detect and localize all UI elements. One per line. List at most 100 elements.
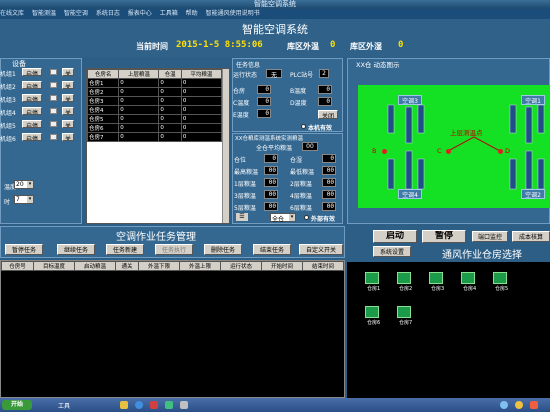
group-close-button[interactable]: 关 bbox=[62, 94, 74, 102]
task-table-header[interactable]: 目标温度 bbox=[32, 261, 75, 271]
table-row[interactable]: 仓房4 0 0 0 bbox=[86, 105, 223, 115]
start-button[interactable]: 启动 bbox=[373, 230, 417, 243]
task-table-header[interactable]: 开始时间 bbox=[260, 261, 303, 271]
group-checkbox[interactable] bbox=[50, 121, 57, 127]
app-icon[interactable] bbox=[165, 401, 173, 409]
resume-task-button[interactable]: 继续任务 bbox=[57, 244, 95, 255]
warehouse-icon[interactable] bbox=[365, 306, 379, 318]
time-setting-label: 时 bbox=[4, 199, 11, 206]
external-radio-icon[interactable] bbox=[304, 215, 309, 220]
custom-switch-button[interactable]: 自定义开关 bbox=[299, 244, 343, 255]
pause-task-button[interactable]: 暂停任务 bbox=[5, 244, 43, 255]
network-icon[interactable] bbox=[500, 401, 508, 409]
menu-item-log[interactable]: 系统日志 bbox=[96, 10, 120, 17]
bin-table-header[interactable]: 仓温 bbox=[158, 69, 182, 79]
group-toggle-button[interactable]: 启停 bbox=[22, 94, 42, 102]
bin-table-header[interactable]: 平均粮温 bbox=[180, 69, 223, 79]
group-close-button[interactable]: 关 bbox=[62, 81, 74, 89]
menu-icon[interactable]: ☰ bbox=[236, 213, 248, 221]
warehouse-icon[interactable] bbox=[493, 272, 507, 284]
menu-item-temp[interactable]: 智能测温 bbox=[32, 10, 56, 17]
app-icon[interactable] bbox=[180, 401, 188, 409]
app-icon[interactable] bbox=[150, 401, 158, 409]
table-row[interactable]: 仓房5 0 0 0 bbox=[86, 114, 223, 124]
close-button[interactable]: 关闭 bbox=[318, 110, 338, 119]
menu-item-manual[interactable]: 智能通风使用说明书 bbox=[206, 10, 260, 17]
group-toggle-button[interactable]: 启停 bbox=[22, 120, 42, 128]
browser-icon[interactable] bbox=[135, 401, 143, 409]
group-checkbox[interactable] bbox=[50, 134, 57, 140]
menu-item-docs[interactable]: 在线文库 bbox=[0, 10, 24, 17]
table-scrollbar[interactable] bbox=[222, 69, 229, 223]
taskbar-tools-label[interactable]: 工具 bbox=[58, 401, 70, 410]
volume-icon[interactable] bbox=[515, 401, 523, 409]
monitor-field-label: 1层粮温 bbox=[234, 181, 256, 188]
group-close-button[interactable]: 关 bbox=[62, 120, 74, 128]
menu-item-report[interactable]: 报表中心 bbox=[128, 10, 152, 17]
task-table-header[interactable]: 运行状态 bbox=[219, 261, 262, 271]
table-row[interactable]: 仓房6 0 0 0 bbox=[86, 123, 223, 133]
pause-button[interactable]: 暂停 bbox=[422, 230, 466, 243]
group-toggle-button[interactable]: 启停 bbox=[22, 107, 42, 115]
chevron-down-icon: ▾ bbox=[27, 181, 33, 188]
warehouse-icon[interactable] bbox=[461, 272, 475, 284]
bin-value: 0 bbox=[257, 85, 271, 94]
bin-scope-select[interactable]: 全仓 ▾ bbox=[270, 213, 296, 223]
task-table-header[interactable]: 通关 bbox=[114, 261, 139, 271]
group-checkbox[interactable] bbox=[50, 82, 57, 88]
time-setting-value: 7 bbox=[16, 196, 20, 203]
end-task-button[interactable]: 结束任务 bbox=[253, 244, 291, 255]
table-row[interactable]: 仓房7 0 0 0 bbox=[86, 132, 223, 142]
warehouse-icon[interactable] bbox=[429, 272, 443, 284]
device-group-label: 机组3 bbox=[0, 97, 16, 104]
table-row[interactable]: 仓房1 0 0 0 bbox=[86, 78, 223, 88]
monitor-row: 3层粮温 00 4层粮温 00 bbox=[234, 190, 342, 201]
group-close-button[interactable]: 关 bbox=[62, 107, 74, 115]
plc-value: 2 bbox=[319, 69, 329, 78]
port-monitor-button[interactable]: 端口监控 bbox=[472, 231, 508, 242]
task-table-header[interactable]: 仓房号 bbox=[1, 261, 34, 271]
temp-setting-select[interactable]: 20 ▾ bbox=[14, 180, 34, 189]
task-table-header[interactable]: 外温下限 bbox=[137, 261, 180, 271]
time-setting-select[interactable]: 7 ▾ bbox=[14, 195, 34, 204]
run-task-button[interactable]: 任务执行 bbox=[155, 244, 193, 255]
tray-icon[interactable] bbox=[530, 401, 538, 409]
group-toggle-button[interactable]: 启停 bbox=[22, 133, 42, 141]
system-settings-button[interactable]: 系统设置 bbox=[373, 246, 411, 257]
task-table-header[interactable]: 外温上限 bbox=[178, 261, 221, 271]
local-radio-icon[interactable] bbox=[301, 124, 306, 129]
start-menu-button[interactable]: 开始 bbox=[2, 400, 32, 410]
group-close-button[interactable]: 关 bbox=[62, 68, 74, 76]
warehouse-icon[interactable] bbox=[365, 272, 379, 284]
bin-table-header[interactable]: 仓房名 bbox=[86, 69, 120, 79]
warehouse-icon[interactable] bbox=[397, 272, 411, 284]
menu-item-help[interactable]: 帮助 bbox=[186, 10, 198, 17]
group-close-button[interactable]: 关 bbox=[62, 133, 74, 141]
group-checkbox[interactable] bbox=[50, 69, 57, 75]
table-row[interactable]: 仓房2 0 0 0 bbox=[86, 87, 223, 97]
group-toggle-button[interactable]: 启停 bbox=[22, 81, 42, 89]
chevron-down-icon: ▾ bbox=[27, 196, 33, 203]
menu-item-aircon[interactable]: 智能空调 bbox=[64, 10, 88, 17]
folder-icon[interactable] bbox=[120, 401, 128, 409]
warehouse-icon[interactable] bbox=[397, 306, 411, 318]
table-row[interactable]: 仓房3 0 0 0 bbox=[86, 96, 223, 106]
bin-selector-area: 仓房1 仓房2 仓房3 仓房4 仓房5 仓房6 仓房7 bbox=[347, 262, 550, 398]
group-checkbox[interactable] bbox=[50, 95, 57, 101]
task-table-header[interactable]: 结束时间 bbox=[301, 261, 345, 271]
sensor-point-label: C bbox=[437, 147, 442, 155]
monitor-field-label: 仓湿 bbox=[290, 157, 303, 164]
outside-temp-value: 0 bbox=[330, 40, 336, 50]
cost-calc-button[interactable]: 成本核算 bbox=[512, 231, 550, 242]
group-checkbox[interactable] bbox=[50, 108, 57, 114]
external-radio-label: 外部有效 bbox=[311, 216, 336, 223]
menu-item-tools[interactable]: 工具箱 bbox=[160, 10, 178, 17]
group-toggle-button[interactable]: 启停 bbox=[22, 68, 42, 76]
task-table-header[interactable]: 启动粮温 bbox=[73, 261, 116, 271]
monitor-field-value: 0 bbox=[264, 154, 278, 163]
monitor-row: 最高粮温 00 最低粮温 00 bbox=[234, 166, 342, 177]
d-temp-value: 0 bbox=[318, 97, 332, 106]
bin-table-header[interactable]: 上层粮温 bbox=[118, 69, 160, 79]
new-task-button[interactable]: 任务新建 bbox=[106, 244, 144, 255]
delete-task-button[interactable]: 删除任务 bbox=[204, 244, 242, 255]
